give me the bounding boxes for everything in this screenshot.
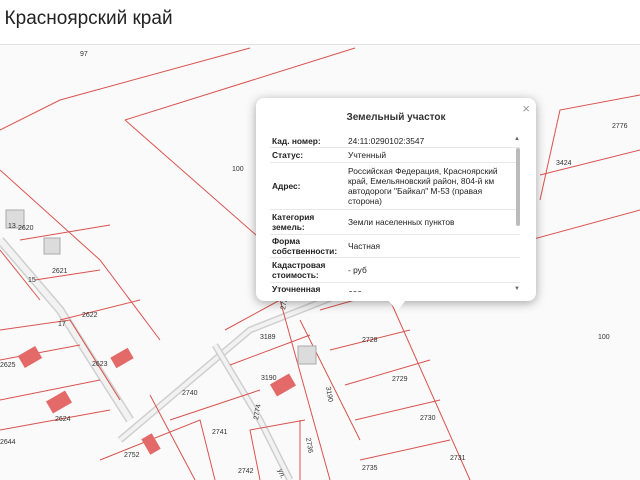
parcel-label: 2735 — [362, 465, 378, 472]
detail-row: Адрес: Российская Федерация, Красноярски… — [270, 163, 520, 210]
parcel-label: 2623 — [92, 361, 108, 368]
popup-pointer — [388, 300, 406, 311]
detail-key: Кадастровая стоимость: — [272, 260, 326, 280]
parcel-label: 2742 — [238, 468, 254, 475]
detail-key: Уточненная площадь: — [272, 284, 321, 292]
detail-row: Форма собственности: Частная — [270, 235, 520, 258]
detail-row: Категория земель: Земли населенных пункт… — [270, 210, 520, 235]
scroll-up-icon[interactable]: ▲ — [514, 136, 520, 142]
parcel-label: 100 — [598, 334, 610, 341]
detail-value: 24:11:0290102:3547 — [348, 135, 425, 146]
popup-scrollbar[interactable]: ▲ ▼ — [514, 134, 522, 292]
parcel-label: 15 — [28, 277, 36, 284]
parcel-label: 2644 — [0, 439, 16, 446]
parcel-label: 2741 — [212, 429, 228, 436]
parcel-label: 3424 — [556, 160, 572, 167]
parcel-label: 2736 — [304, 437, 314, 454]
parcel-label: 2731 — [450, 455, 466, 462]
parcel-label: 2624 — [55, 416, 71, 423]
header-bar: : Красноярский край — [0, 0, 640, 45]
scroll-down-icon[interactable]: ▼ — [514, 286, 520, 292]
parcel-label: 2776 — [612, 123, 628, 130]
cadastral-map[interactable]: 97 100 100 2776 3424 13 2620 2621 15 262… — [0, 45, 640, 480]
parcel-label: 2740 — [182, 390, 198, 397]
detail-row: Статус: Учтенный — [270, 148, 520, 163]
detail-value: Учтенный — [348, 150, 387, 160]
scroll-thumb[interactable] — [516, 148, 520, 226]
parcel-label: 3189 — [260, 334, 276, 341]
detail-row: Уточненная площадь: 600 кв.м — [270, 283, 520, 292]
parcel-label: 2622 — [82, 312, 98, 319]
parcel-label: 100 — [232, 166, 244, 173]
parcel-info-popup: Земельный участок × Кад. номер: 24:11:02… — [256, 98, 536, 301]
popup-title: Земельный участок — [346, 112, 446, 123]
popup-details-table: Кад. номер: 24:11:0290102:3547 Статус: У… — [270, 134, 520, 292]
detail-value: 600 кв.м — [344, 283, 520, 292]
parcel-label: 2621 — [52, 268, 68, 275]
detail-value: Российская Федерация, Красноярский край,… — [348, 166, 498, 206]
close-icon[interactable]: × — [522, 101, 530, 116]
parcel-label: 2752 — [124, 452, 140, 459]
detail-key: Адрес: — [272, 181, 301, 191]
detail-key: Форма собственности: — [272, 236, 338, 256]
parcel-label: 2728 — [362, 337, 378, 344]
parcel-label: 2730 — [420, 415, 436, 422]
parcel-label: 97 — [80, 51, 88, 58]
detail-row: Кадастровая стоимость: - руб — [270, 258, 520, 283]
parcel-label: 13 — [8, 223, 16, 230]
parcel-label: 3190 — [261, 375, 277, 382]
detail-key: Категория земель: — [272, 212, 315, 232]
parcel-label: 2729 — [392, 376, 408, 383]
parcel-label: 3190 — [324, 386, 334, 403]
detail-key: Кад. номер: — [272, 135, 321, 146]
detail-value: Частная — [348, 241, 381, 251]
parcel-label: 2620 — [18, 225, 34, 232]
parcel-label: 2625 — [0, 362, 16, 369]
detail-value: Земли населенных пунктов — [348, 217, 455, 227]
parcel-label: 17 — [58, 321, 66, 328]
detail-key: Статус: — [272, 150, 304, 160]
detail-value: - руб — [348, 265, 367, 275]
page-title: : Красноярский край — [0, 8, 173, 29]
detail-row: Кад. номер: 24:11:0290102:3547 — [270, 134, 520, 148]
